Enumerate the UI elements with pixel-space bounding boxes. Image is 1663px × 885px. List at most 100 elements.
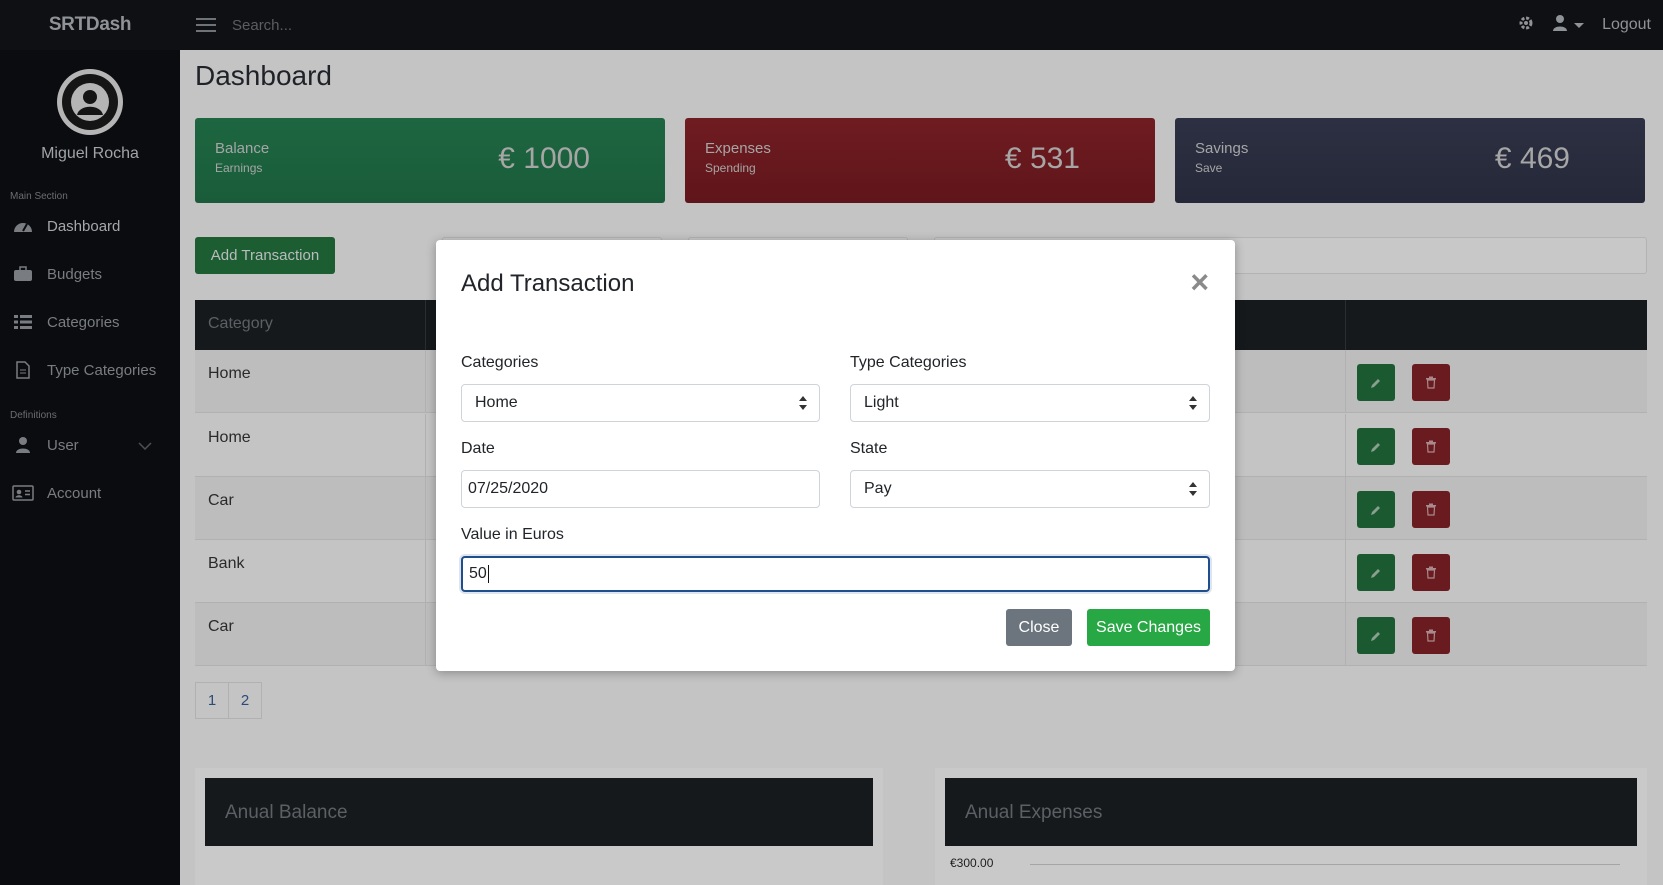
user-dropdown[interactable] <box>1552 14 1585 37</box>
sidebar-item-categories[interactable]: Categories <box>0 298 180 346</box>
search-input[interactable] <box>232 16 632 34</box>
date-input[interactable]: 07/25/2020 <box>461 470 820 508</box>
pencil-icon <box>1371 568 1380 578</box>
pencil-icon <box>1371 505 1380 515</box>
chart-gridline <box>1030 864 1620 865</box>
add-transaction-modal: Add Transaction × Categories Home Type C… <box>436 240 1235 671</box>
edit-button[interactable] <box>1357 554 1395 591</box>
pencil-icon <box>1371 378 1380 388</box>
modal-title: Add Transaction <box>461 270 635 297</box>
card-label: Savings <box>1195 140 1249 157</box>
caret-down-icon <box>1574 22 1585 28</box>
close-button[interactable]: Close <box>1006 609 1072 646</box>
page-link-2[interactable]: 2 <box>228 682 262 719</box>
close-icon[interactable]: × <box>1190 266 1209 298</box>
chevron-down-icon[interactable] <box>138 437 152 454</box>
trash-icon <box>1426 440 1436 453</box>
state-select[interactable]: Pay <box>850 470 1210 508</box>
date-label: Date <box>461 440 495 457</box>
category-cell: Home <box>208 429 251 446</box>
edit-button[interactable] <box>1357 617 1395 654</box>
sidebar-item-dashboard[interactable]: Dashboard <box>0 202 180 250</box>
card-sublabel: Earnings <box>215 161 263 175</box>
sidebar: Miguel Rocha Main Section Dashboard Budg… <box>0 50 180 885</box>
category-cell: Car <box>208 492 234 509</box>
delete-button[interactable] <box>1412 491 1450 528</box>
sidebar-item-budgets[interactable]: Budgets <box>0 250 180 298</box>
delete-button[interactable] <box>1412 428 1450 465</box>
card-value: € 1000 <box>498 142 590 175</box>
expenses-card: Expenses Spending € 531 <box>685 118 1155 203</box>
sidebar-item-user[interactable]: User <box>0 421 180 469</box>
sidebar-item-label: Categories <box>47 313 120 331</box>
pencil-icon <box>1371 442 1380 452</box>
sidebar-item-label: User <box>47 436 79 454</box>
page-link-1[interactable]: 1 <box>195 682 229 719</box>
list-icon <box>12 314 34 330</box>
annual-expenses-panel: Anual Expenses €300.00 <box>935 768 1647 885</box>
edit-button[interactable] <box>1357 428 1395 465</box>
categories-selected-value: Home <box>475 394 518 411</box>
value-euros-value: 50 <box>469 565 487 582</box>
category-cell: Home <box>208 365 251 382</box>
select-arrows-icon <box>1189 482 1197 496</box>
avatar <box>57 69 123 135</box>
hamburger-menu-icon[interactable] <box>196 18 216 32</box>
state-selected-value: Pay <box>864 480 892 497</box>
user-name: Miguel Rocha <box>41 145 139 162</box>
select-arrows-icon <box>1189 396 1197 410</box>
value-euros-label: Value in Euros <box>461 526 564 543</box>
trash-icon <box>1426 503 1436 516</box>
pencil-icon <box>1371 631 1380 641</box>
sidebar-item-label: Budgets <box>47 265 103 283</box>
card-label: Balance <box>215 140 270 157</box>
user-icon <box>1552 14 1568 37</box>
category-cell: Bank <box>208 555 245 572</box>
delete-button[interactable] <box>1412 617 1450 654</box>
page-title: Dashboard <box>195 60 332 91</box>
delete-button[interactable] <box>1412 364 1450 401</box>
sidebar-item-label: Dashboard <box>47 217 121 235</box>
save-changes-button[interactable]: Save Changes <box>1087 609 1210 646</box>
categories-select[interactable]: Home <box>461 384 820 422</box>
card-value: € 531 <box>1004 142 1080 175</box>
categories-label: Categories <box>461 354 539 371</box>
category-cell: Car <box>208 618 234 635</box>
savings-card: Savings Save € 469 <box>1175 118 1645 203</box>
panel-title: Anual Balance <box>225 802 348 823</box>
state-label: State <box>850 440 888 457</box>
type-categories-select[interactable]: Light <box>850 384 1210 422</box>
annual-balance-panel: Anual Balance <box>195 768 883 885</box>
card-label: Expenses <box>705 140 771 157</box>
text-cursor <box>487 565 489 583</box>
dashboard-icon <box>12 218 34 234</box>
edit-button[interactable] <box>1357 364 1395 401</box>
brand-logo[interactable]: SRTDash <box>0 14 180 36</box>
panel-title: Anual Expenses <box>965 802 1103 823</box>
logout-link[interactable]: Logout <box>1602 16 1651 34</box>
add-transaction-button[interactable]: Add Transaction <box>195 237 335 274</box>
top-navbar: SRTDash Logout <box>0 0 1663 50</box>
type-categories-label: Type Categories <box>850 354 967 371</box>
card-value: € 469 <box>1494 142 1570 175</box>
trash-icon <box>1426 376 1436 389</box>
value-euros-input[interactable]: 50 <box>461 556 1210 592</box>
delete-button[interactable] <box>1412 554 1450 591</box>
card-sublabel: Spending <box>705 161 756 175</box>
balance-card: Balance Earnings € 1000 <box>195 118 665 203</box>
file-icon <box>12 361 34 379</box>
gear-icon[interactable] <box>1518 15 1534 36</box>
trash-icon <box>1426 629 1436 642</box>
chart-axis-label: €300.00 <box>950 856 994 870</box>
id-card-icon <box>12 485 34 501</box>
edit-button[interactable] <box>1357 491 1395 528</box>
definitions-label: Definitions <box>10 410 57 421</box>
sidebar-item-type-categories[interactable]: Type Categories <box>0 346 180 394</box>
user-icon <box>12 436 34 454</box>
sidebar-item-label: Type Categories <box>47 361 157 379</box>
sidebar-item-account[interactable]: Account <box>0 469 180 517</box>
select-arrows-icon <box>799 396 807 410</box>
column-header-category: Category <box>208 315 273 332</box>
card-sublabel: Save <box>1195 161 1223 175</box>
trash-icon <box>1426 566 1436 579</box>
